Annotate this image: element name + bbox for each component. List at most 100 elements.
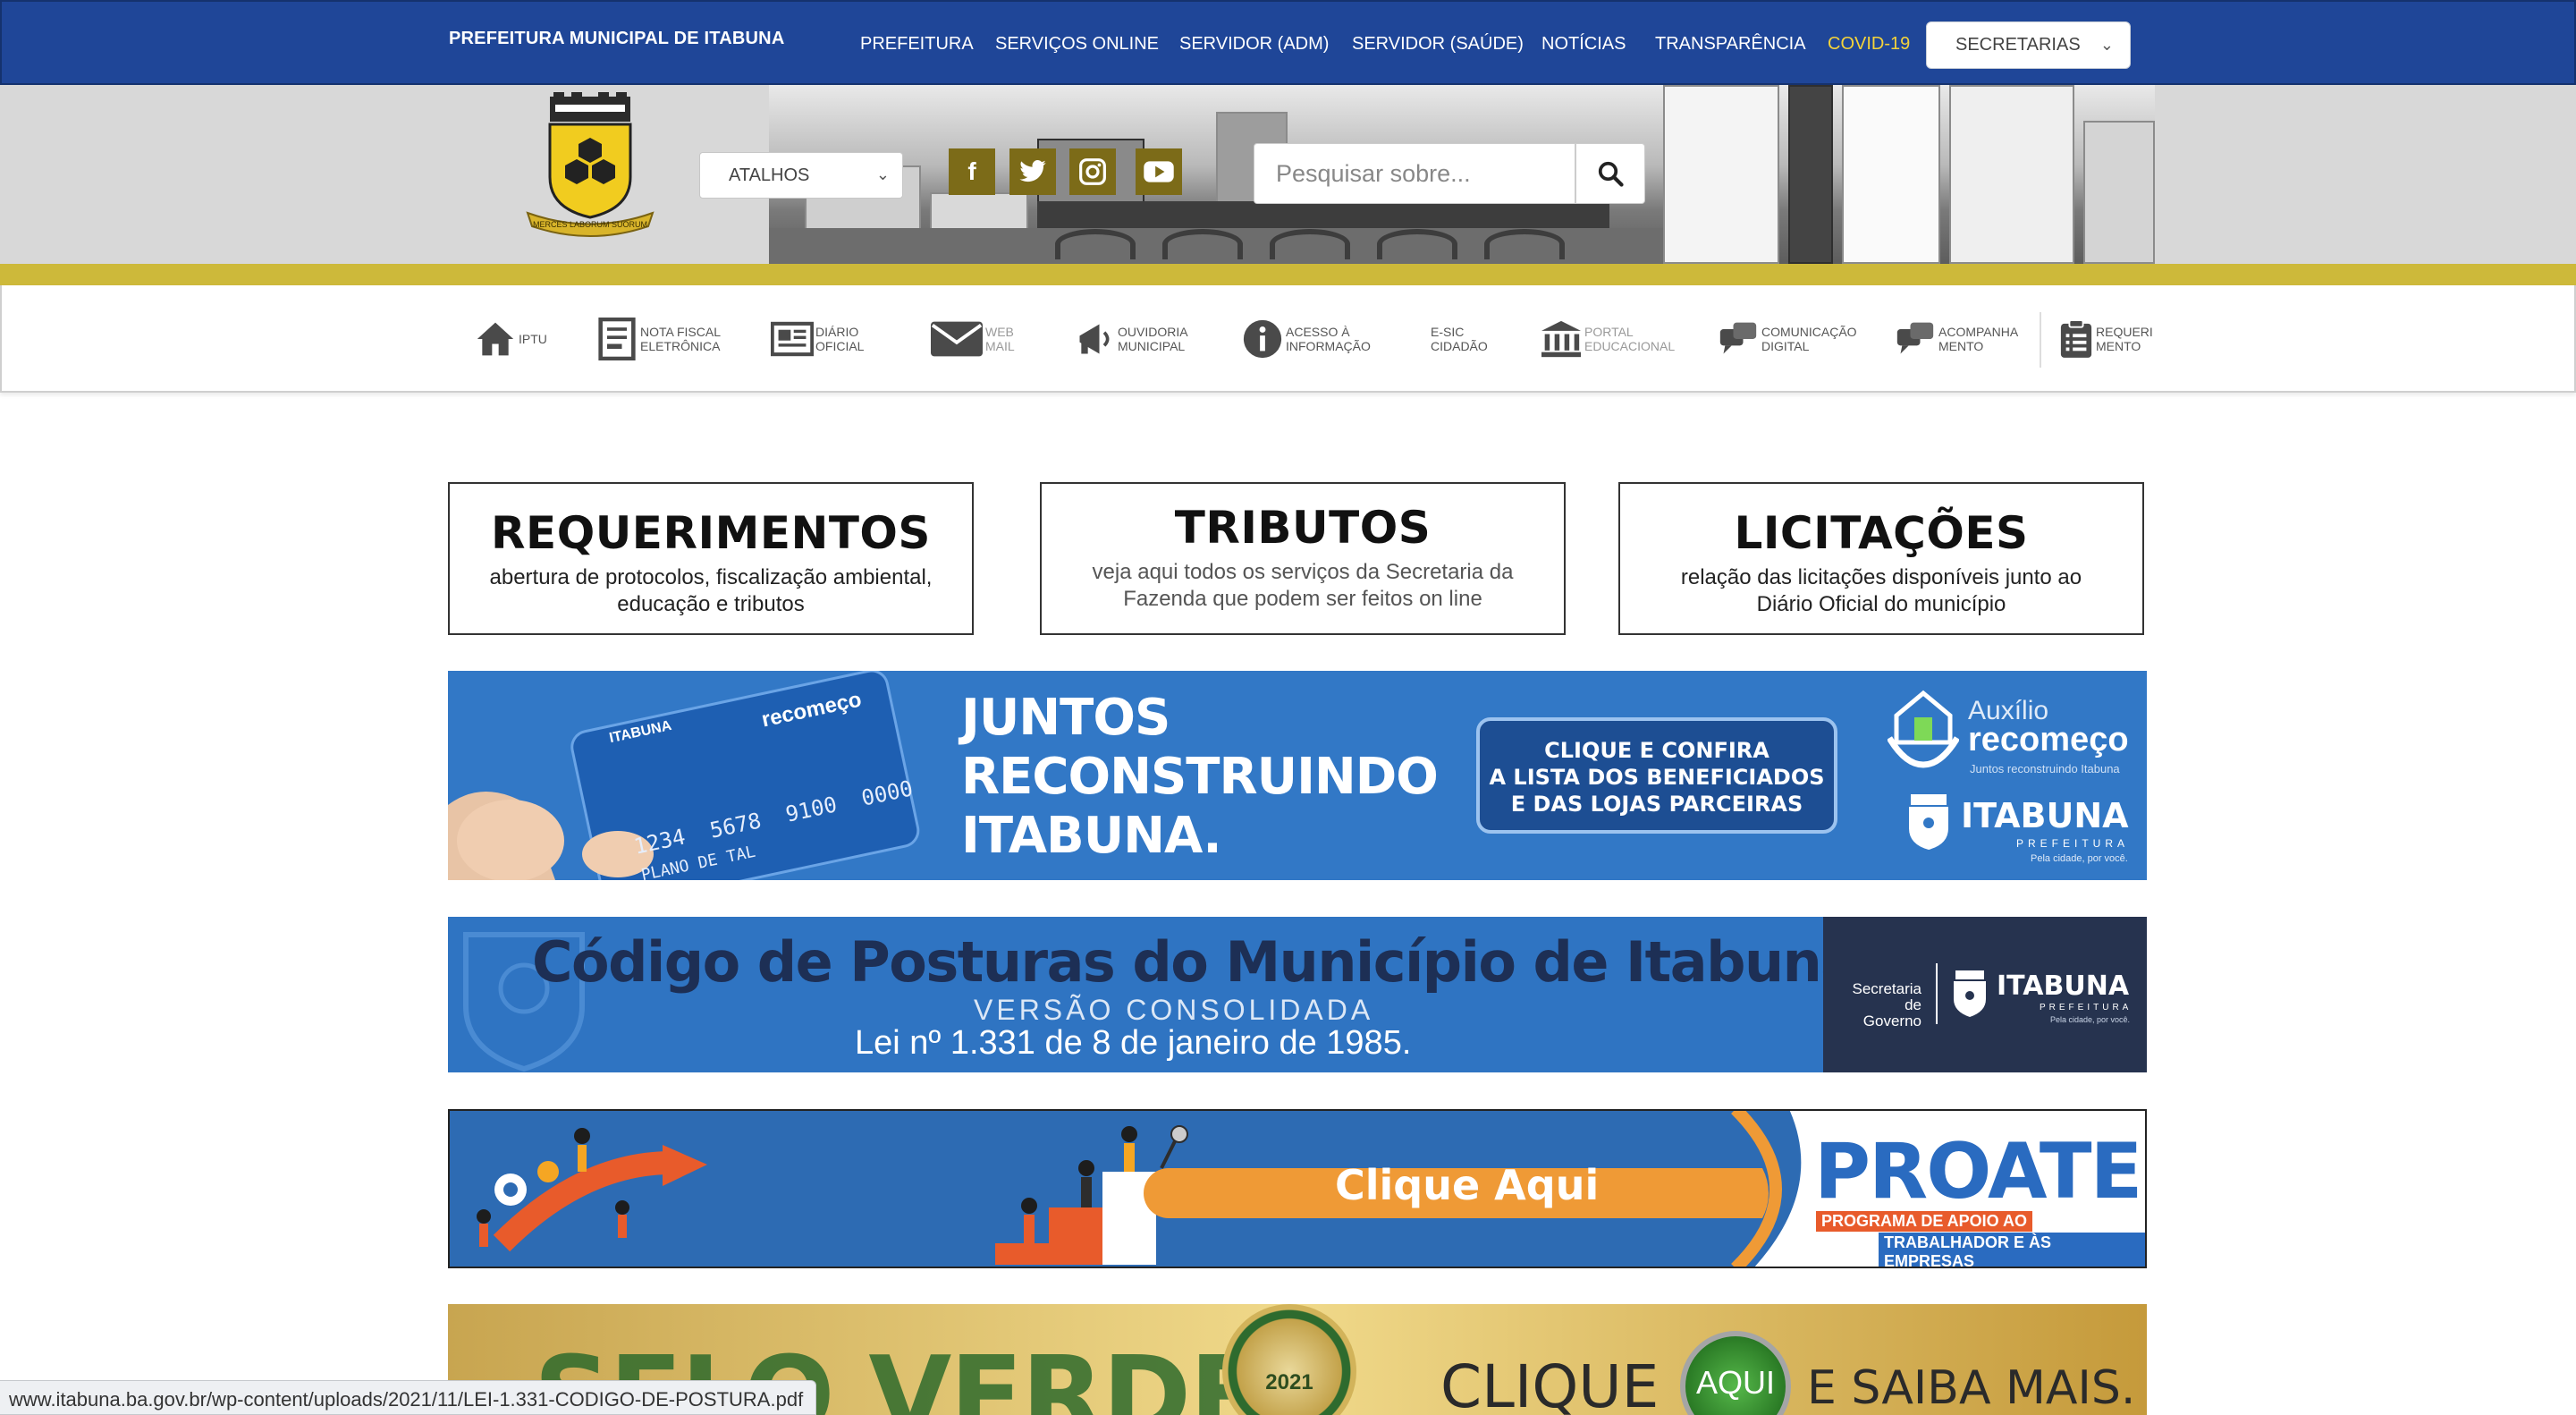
facebook-icon[interactable]: f: [949, 148, 995, 195]
twitter-icon[interactable]: [1009, 148, 1056, 195]
home-icon: [474, 318, 517, 360]
cta-line: CLIQUE E CONFIRA: [1544, 738, 1769, 763]
shortcut-diario-oficial[interactable]: DIÁRIO OFICIAL: [771, 312, 864, 366]
house-hands-icon: [1888, 690, 1959, 768]
card-tributos[interactable]: TRIBUTOS veja aqui todos os serviços da …: [1040, 482, 1566, 635]
banner-proate[interactable]: Clique Aqui PROATE PROGRAMA DE APOIO AO …: [448, 1109, 2147, 1268]
posturas-title: Código de Posturas do Município de Itabu…: [532, 929, 1858, 995]
search-button[interactable]: [1575, 143, 1645, 204]
auxilio-city-sub: PREFEITURA: [2016, 837, 2130, 850]
shortcut-label: COMUNICAÇÃO DIGITAL: [1761, 325, 1857, 353]
shortcut-label: ACOMPANHA MENTO: [1938, 325, 2019, 353]
shortcut-acompanhamento[interactable]: ACOMPANHA MENTO: [1894, 312, 2018, 366]
selo-cta-pre: CLIQUE: [1440, 1352, 1660, 1415]
clipboard-icon: [2058, 318, 2094, 360]
card-title: TRIBUTOS: [1174, 502, 1432, 554]
itabuna-coat-of-arms-logo[interactable]: MERCES LABORUM SUORUM: [523, 92, 657, 244]
nav-servidor-adm[interactable]: SERVIDOR (ADM): [1179, 34, 1329, 55]
posturas-city-slogan: Pela cidade, por você.: [2050, 1015, 2131, 1024]
headline-line: RECONSTRUINDO: [961, 748, 1439, 806]
nav-prefeitura[interactable]: PREFEITURA: [860, 34, 974, 55]
shortcut-bar: IPTU NOTA FISCAL ELETRÔNICA DIÁRIO OFICI…: [0, 285, 2576, 393]
shortcut-requerimento[interactable]: REQUERI MENTO: [2058, 312, 2153, 366]
info-icon: [1241, 318, 1284, 360]
shortcut-label: PORTAL EDUCACIONAL: [1584, 325, 1676, 353]
posturas-subtitle: VERSÃO CONSOLIDADA: [974, 994, 1374, 1026]
card-requerimentos[interactable]: REQUERIMENTOS abertura de protocolos, fi…: [448, 482, 974, 635]
atalhos-select-value: ATALHOS: [729, 165, 810, 185]
shortcut-iptu[interactable]: IPTU: [474, 312, 547, 366]
banner-codigo-de-posturas[interactable]: Código de Posturas do Município de Itabu…: [448, 917, 2147, 1072]
shortcut-label: OUVIDORIA MUNICIPAL: [1118, 325, 1188, 353]
headline-line: ITABUNA.: [961, 807, 1222, 865]
status-bar-url: www.itabuna.ba.gov.br/wp-content/uploads…: [0, 1380, 817, 1415]
posturas-city-sub: PREFEITURA: [2040, 1003, 2133, 1013]
nav-servicos-online[interactable]: SERVIÇOS ONLINE: [995, 34, 1159, 55]
shortcut-label: WEB MAIL: [985, 325, 1015, 353]
selo-cta-button[interactable]: AQUI: [1680, 1331, 1791, 1415]
card-text: abertura de protocolos, fiscalização amb…: [489, 565, 933, 616]
cta-line: A LISTA DOS BENEFICIADOS: [1489, 765, 1825, 790]
selo-year: 2021: [1265, 1370, 1313, 1394]
chat-icon: [1717, 318, 1760, 360]
auxilio-city-slogan: Pela cidade, por você.: [2031, 853, 2128, 864]
card-text: relação das licitações disponíveis junto…: [1680, 565, 2082, 616]
brand-divider: [1936, 963, 1938, 1024]
instagram-icon[interactable]: [1069, 148, 1116, 195]
invoice-icon: [595, 318, 638, 360]
auxilio-brand-big: recomeço: [1968, 721, 2129, 758]
nav-noticias[interactable]: NOTÍCIAS: [1541, 34, 1626, 55]
shortcut-label: ACESSO À INFORMAÇÃO: [1286, 325, 1371, 353]
proate-brand: PROATE: [1814, 1127, 2142, 1216]
nav-covid-19[interactable]: COVID-19: [1828, 34, 1910, 55]
institution-icon: [1540, 318, 1583, 360]
card-title: REQUERIMENTOS: [491, 507, 931, 559]
chat-icon: [1894, 318, 1937, 360]
shortcut-comunicacao-digital[interactable]: COMUNICAÇÃO DIGITAL: [1717, 312, 1857, 366]
selo-cta-post: E SAIBA MAIS.: [1807, 1361, 2136, 1415]
nav-transparencia[interactable]: TRANSPARÊNCIA: [1655, 34, 1806, 55]
selo-seal: 2021: [1222, 1304, 1356, 1415]
proate-line2: TRABALHADOR E ÀS EMPRESAS: [1879, 1233, 2145, 1267]
secretarias-select-value: SECRETARIAS: [1955, 35, 2081, 55]
shortcut-ouvidoria[interactable]: OUVIDORIA MUNICIPAL: [1073, 312, 1188, 366]
shortcut-label: DIÁRIO OFICIAL: [815, 325, 865, 353]
search-icon: [1598, 161, 1624, 187]
card-title: LICITAÇÕES: [1734, 507, 2029, 559]
secretarias-select[interactable]: SECRETARIAS ⌄: [1926, 21, 2131, 69]
banner-auxilio-recomeco[interactable]: 1234 5678 9100 0000 PLANO DE TAL recomeç…: [448, 671, 2147, 880]
shortcut-label: NOTA FISCAL ELETRÔNICA: [640, 325, 721, 353]
shortcut-nota-fiscal[interactable]: NOTA FISCAL ELETRÔNICA: [595, 312, 721, 366]
auxilio-cta-button[interactable]: CLIQUE E CONFIRA A LISTA DOS BENEFICIADO…: [1476, 717, 1837, 834]
proate-cta[interactable]: Clique Aqui: [1335, 1161, 1599, 1209]
top-nav-bar: PREFEITURA MUNICIPAL DE ITABUNA PREFEITU…: [0, 0, 2576, 85]
atalhos-select[interactable]: ATALHOS ⌄: [699, 152, 903, 199]
posturas-brand-panel: Secretaria de Governo ITABUNA PREFEITURA…: [1823, 917, 2147, 1072]
shortcut-e-sic[interactable]: e-SIC CIDADÃO: [1429, 312, 1488, 366]
shortcut-portal-educacional[interactable]: PORTAL EDUCACIONAL: [1540, 312, 1675, 366]
chevron-down-icon: ⌄: [2099, 36, 2114, 54]
nav-servidor-saude[interactable]: SERVIDOR (SAÚDE): [1352, 34, 1524, 55]
card-text: veja aqui todos os serviços da Secretari…: [1092, 560, 1514, 611]
mail-icon: [930, 318, 984, 360]
youtube-icon[interactable]: [1136, 148, 1182, 195]
posturas-city: ITABUNA: [1997, 970, 2130, 1002]
shortcut-acesso-informacao[interactable]: ACESSO À INFORMAÇÃO: [1241, 312, 1371, 366]
cta-line: E DAS LOJAS PARCEIRAS: [1510, 792, 1803, 817]
proate-line1: PROGRAMA DE APOIO AO: [1816, 1211, 2033, 1232]
search-input[interactable]: Pesquisar sobre...: [1254, 143, 1575, 204]
auxilio-city: ITABUNA: [1961, 796, 2129, 835]
site-title[interactable]: PREFEITURA MUNICIPAL DE ITABUNA: [449, 29, 784, 49]
selo-cta-button-label: AQUI: [1695, 1364, 1775, 1401]
newspaper-icon: [771, 318, 814, 360]
posturas-law: Lei nº 1.331 de 8 de janeiro de 1985.: [855, 1024, 1412, 1062]
card-licitacoes[interactable]: LICITAÇÕES relação das licitações dispon…: [1618, 482, 2144, 635]
shortcut-label: e-SIC CIDADÃO: [1431, 325, 1488, 353]
shortcut-divider: [2040, 312, 2041, 368]
logo-motto: MERCES LABORUM SUORUM: [533, 220, 647, 229]
shortcut-web-mail[interactable]: WEB MAIL: [930, 312, 1015, 366]
auxilio-headline: JUNTOS RECONSTRUINDO ITABUNA.: [961, 689, 1439, 866]
posturas-dept: Secretaria de Governo: [1852, 980, 1921, 1029]
auxilio-brand-tag: Juntos reconstruindo Itabuna: [1970, 762, 2120, 775]
megaphone-icon: [1073, 318, 1116, 360]
